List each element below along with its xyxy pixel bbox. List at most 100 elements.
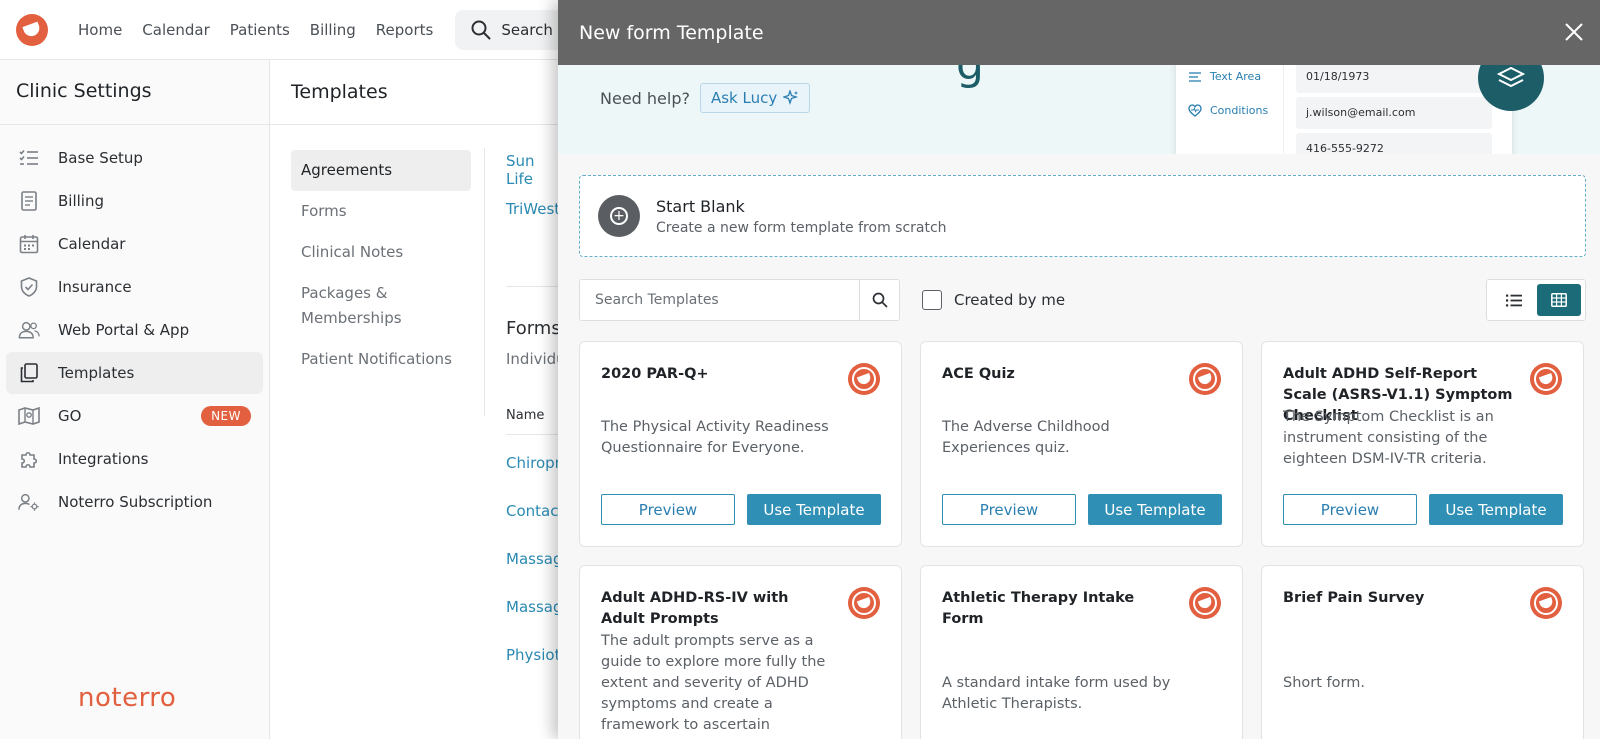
form-link[interactable]: Chiropr [506, 454, 561, 472]
form-preview-illustration: Text Area Conditions 01/18/1973 j.wilson… [1176, 65, 1512, 154]
preview-button[interactable]: Preview [601, 494, 735, 525]
agreement-link[interactable]: TriWest [506, 200, 560, 218]
template-card: ACE Quiz The Adverse Childhood Experienc… [920, 341, 1243, 547]
section-divider [506, 286, 566, 287]
forms-section-subtitle: Individu [506, 350, 566, 368]
noterro-logo-icon [848, 363, 880, 395]
sidebar-item-templates[interactable]: Templates [6, 352, 263, 394]
receipt-icon [18, 190, 40, 212]
sub-nav-forms[interactable]: Forms [291, 191, 471, 232]
template-card-description: The Physical Activity Readiness Question… [601, 419, 829, 456]
sidebar-item-go[interactable]: GO NEW [6, 395, 263, 437]
nav-reports[interactable]: Reports [366, 21, 444, 39]
sidebar-item-calendar[interactable]: Calendar [6, 223, 263, 265]
created-by-me-label: Created by me [954, 291, 1066, 309]
template-card-title: 2020 PAR-Q+ [601, 366, 709, 382]
form-link[interactable]: Contact [506, 502, 564, 520]
sidebar-item-subscription[interactable]: Noterro Subscription [6, 481, 263, 523]
copy-icon [18, 362, 40, 384]
sidebar-item-integrations[interactable]: Integrations [6, 438, 263, 480]
list-view-button[interactable] [1492, 284, 1536, 316]
preview-button[interactable]: Preview [1283, 494, 1417, 525]
template-card-description: The Symptom Checklist is an instrument c… [1283, 409, 1494, 467]
list-view-icon [1505, 294, 1522, 306]
nav-calendar[interactable]: Calendar [132, 21, 219, 39]
search-submit-button[interactable] [859, 280, 899, 320]
grid-view-icon [1550, 293, 1567, 307]
close-drawer-button[interactable] [1562, 20, 1586, 44]
heart-pulse-icon [1188, 104, 1202, 117]
sidebar-item-label: Billing [58, 192, 104, 210]
new-badge: NEW [201, 406, 251, 426]
agreement-link[interactable]: Sun Life [506, 152, 560, 188]
template-card: Brief Pain Survey Short form. [1261, 565, 1584, 739]
sidebar-item-base-setup[interactable]: Base Setup [6, 137, 263, 179]
list-icon [18, 147, 40, 169]
need-help-label: Need help? [600, 88, 690, 108]
sidebar-item-insurance[interactable]: Insurance [6, 266, 263, 308]
sub-nav-patient-notifications[interactable]: Patient Notifications [291, 339, 471, 380]
template-toolbar: Created by me [579, 279, 1586, 321]
view-toggle [1486, 279, 1586, 321]
sparkle-icon [783, 90, 799, 106]
sidebar-item-label: Integrations [58, 450, 149, 468]
sidebar-item-web-portal[interactable]: Web Portal & App [6, 309, 263, 351]
forms-section-heading: Forms [506, 318, 561, 339]
template-card: Adult ADHD-RS-IV with Adult Prompts The … [579, 565, 902, 739]
template-card-title: Athletic Therapy Intake Form [942, 590, 1135, 627]
start-blank-title: Start Blank [656, 196, 745, 216]
use-template-button[interactable]: Use Template [1429, 494, 1563, 525]
sub-nav-agreements[interactable]: Agreements [291, 150, 471, 191]
shield-icon [18, 276, 40, 298]
drawer-header: New form Template [558, 0, 1600, 65]
hero-banner: g Need help? Ask Lucy Text Area Conditio… [558, 65, 1600, 154]
nav-billing[interactable]: Billing [300, 21, 366, 39]
nav-home[interactable]: Home [68, 21, 132, 39]
plus-circle-icon: + [598, 195, 640, 237]
sidebar-item-label: Insurance [58, 278, 132, 296]
help-area: Need help? Ask Lucy [600, 83, 811, 113]
hero-heading-fragment: g [956, 65, 984, 90]
ask-lucy-button[interactable]: Ask Lucy [699, 83, 811, 113]
preview-button[interactable]: Preview [942, 494, 1076, 525]
template-card-description: The Adverse Childhood Experiences quiz. [942, 419, 1110, 456]
mock-field: 01/18/1973 [1296, 65, 1492, 93]
puzzle-icon [18, 448, 40, 470]
template-card-description: Short form. [1283, 675, 1365, 691]
sub-nav-clinical-notes[interactable]: Clinical Notes [291, 232, 471, 273]
grid-view-button[interactable] [1536, 284, 1581, 316]
noterro-logo-icon [1530, 363, 1562, 395]
noterro-wordmark: noterro [78, 683, 177, 713]
mock-field: j.wilson@email.com [1296, 97, 1492, 129]
sidebar-item-label: Web Portal & App [58, 321, 190, 339]
form-link[interactable]: Physiot [506, 646, 560, 664]
search-templates-input[interactable] [580, 280, 859, 320]
templates-content: Templates Agreements Forms Clinical Note… [270, 60, 566, 739]
mock-text-area-item: Text Area [1188, 70, 1261, 83]
start-blank-description: Create a new form template from scratch [656, 219, 947, 236]
form-link[interactable]: Massag [506, 550, 562, 568]
created-by-me-checkbox[interactable] [922, 290, 942, 310]
map-icon [18, 405, 40, 427]
noterro-logo-icon [1189, 363, 1221, 395]
name-column-header[interactable]: Name [506, 408, 544, 423]
sidebar-title: Clinic Settings [0, 60, 269, 125]
created-by-me-filter[interactable]: Created by me [922, 290, 1065, 310]
sidebar-item-label: Calendar [58, 235, 126, 253]
use-template-button[interactable]: Use Template [747, 494, 881, 525]
template-card: Adult ADHD Self-Report Scale (ASRS-V1.1)… [1261, 341, 1584, 547]
form-link[interactable]: Massag [506, 598, 562, 616]
mock-conditions-item: Conditions [1188, 104, 1268, 117]
use-template-button[interactable]: Use Template [1088, 494, 1222, 525]
template-card-description: The adult prompts serve as a guide to ex… [601, 633, 826, 733]
noterro-logo-icon[interactable] [16, 13, 48, 46]
nav-links: Home Calendar Patients Billing Reports [68, 21, 443, 39]
sidebar-item-billing[interactable]: Billing [6, 180, 263, 222]
template-card-title: ACE Quiz [942, 366, 1015, 382]
nav-patients[interactable]: Patients [220, 21, 300, 39]
users-icon [18, 319, 40, 341]
table-header-divider [506, 434, 566, 435]
start-blank-option[interactable]: + Start Blank Create a new form template… [579, 175, 1586, 257]
template-search [579, 279, 900, 321]
sub-nav-packages[interactable]: Packages & Memberships [291, 273, 471, 339]
